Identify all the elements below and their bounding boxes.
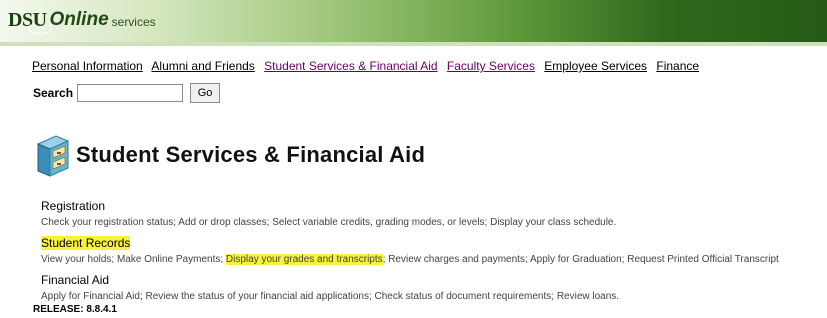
go-button[interactable]: Go bbox=[190, 83, 221, 103]
nav-finance[interactable]: Finance bbox=[656, 59, 699, 73]
financial-aid-link[interactable]: Financial Aid bbox=[41, 273, 109, 287]
nav-alumni-and-friends[interactable]: Alumni and Friends bbox=[151, 59, 254, 73]
services-menu: Registration Check your registration sta… bbox=[41, 197, 779, 308]
grades-transcripts-highlight: Display your grades and transcripts bbox=[225, 254, 383, 265]
menu-item-student-records: Student Records View your holds; Make On… bbox=[41, 234, 779, 271]
student-records-description-part2: ; Review charges and payments; Apply for… bbox=[382, 254, 779, 265]
page-title: Student Services & Financial Aid bbox=[76, 142, 426, 167]
search-input[interactable] bbox=[77, 84, 184, 102]
menu-item-registration: Registration Check your registration sta… bbox=[41, 197, 779, 234]
registration-description: Check your registration status; Add or d… bbox=[41, 217, 617, 228]
menu-item-financial-aid: Financial Aid Apply for Financial Aid; R… bbox=[41, 271, 779, 308]
student-records-link[interactable]: Student Records bbox=[41, 236, 131, 250]
nav-personal-information[interactable]: Personal Information bbox=[32, 59, 143, 73]
logo-services-text: services bbox=[111, 15, 156, 29]
nav-student-services[interactable]: Student Services & Financial Aid bbox=[264, 59, 437, 73]
release-version: RELEASE: 8.8.4.1 bbox=[33, 304, 117, 315]
financial-aid-description: Apply for Financial Aid; Review the stat… bbox=[41, 291, 620, 302]
banner-divider bbox=[0, 42, 827, 46]
registration-link[interactable]: Registration bbox=[41, 199, 105, 213]
main-nav: Personal Information Alumni and Friends … bbox=[32, 59, 705, 73]
file-cabinet-icon bbox=[36, 135, 70, 177]
search-bar: Search Go bbox=[33, 83, 221, 103]
nav-employee-services[interactable]: Employee Services bbox=[544, 59, 647, 73]
nav-faculty-services[interactable]: Faculty Services bbox=[447, 59, 535, 73]
logo-online-text: Online bbox=[49, 9, 109, 30]
student-records-description: View your holds; Make Online Payments; D… bbox=[41, 253, 779, 266]
student-records-description-part1: View your holds; Make Online Payments; bbox=[41, 254, 224, 265]
header-banner: DSU Online services bbox=[0, 0, 827, 42]
search-label: Search bbox=[33, 86, 74, 100]
logo-swoosh-icon bbox=[28, 22, 52, 34]
